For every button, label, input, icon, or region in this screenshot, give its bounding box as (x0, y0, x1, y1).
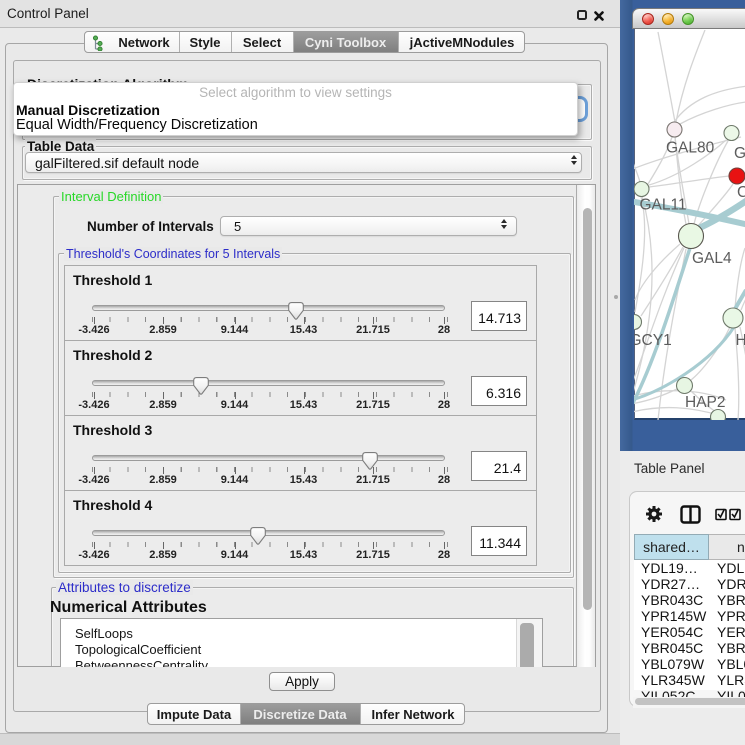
svg-text:H: H (736, 332, 745, 349)
svg-text:C: C (737, 184, 745, 201)
svg-text:GAL80: GAL80 (666, 140, 715, 157)
svg-text:GCY1: GCY1 (634, 332, 672, 349)
svg-text:GAL11: GAL11 (640, 197, 687, 214)
svg-text:GA: GA (734, 145, 745, 162)
svg-text:GAL4: GAL4 (692, 250, 732, 267)
svg-text:HAP2: HAP2 (685, 394, 726, 411)
